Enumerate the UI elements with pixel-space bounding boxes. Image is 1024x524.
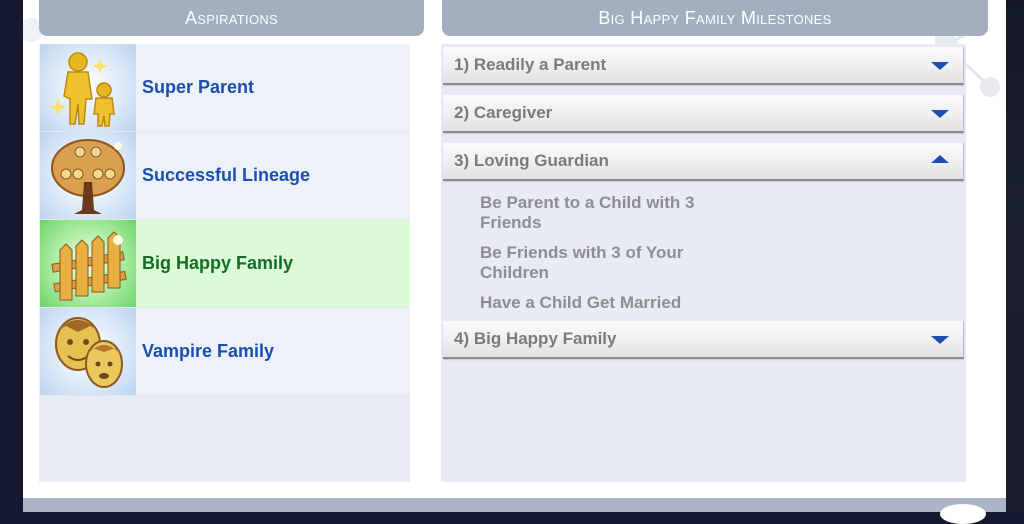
aspiration-label: Successful Lineage [142,165,311,185]
chevron-down-icon[interactable] [931,336,949,344]
dialog-footer [23,498,1006,512]
chevron-down-icon[interactable] [931,110,949,118]
chevron-down-icon[interactable] [931,62,949,70]
milestone-goal: Be Friends with 3 of Your Children [480,243,684,282]
aspiration-label: Vampire Family [142,341,275,361]
aspiration-item-successful-lineage[interactable]: Successful Lineage [39,132,410,220]
chevron-up-icon[interactable] [931,155,949,163]
milestone-row-3[interactable]: 3) Loving Guardian [443,143,964,181]
family-tree-icon [40,132,136,219]
milestone-row-4[interactable]: 4) Big Happy Family [443,321,964,359]
vampire-faces-icon [40,308,136,395]
milestone-row-1[interactable]: 1) Readily a Parent [443,47,964,85]
aspiration-item-vampire-family[interactable]: Vampire Family [39,308,410,396]
milestones-header: Big Happy Family Milestones [442,0,988,36]
milestone-label: 1) Readily a Parent [454,55,607,74]
milestones-list: 1) Readily a Parent 2) Caregiver 3) Lovi… [441,44,966,482]
milestone-goal: Be Parent to a Child with 3 Friends [480,193,695,232]
milestone-goal: Have a Child Get Married [480,293,682,312]
aspiration-label: Big Happy Family [142,253,294,273]
super-parent-icon [40,44,136,131]
aspiration-label: Super Parent [142,77,255,97]
confirm-button[interactable] [940,504,986,524]
aspirations-header: Aspirations [39,0,424,36]
milestone-label: 3) Loving Guardian [454,151,609,170]
milestone-label: 2) Caregiver [454,103,553,122]
milestone-row-2[interactable]: 2) Caregiver [443,95,964,133]
aspiration-item-big-happy-family[interactable]: Big Happy Family [39,220,410,308]
milestone-label: 4) Big Happy Family [454,329,617,348]
aspiration-list: Super Parent Successful Lineage Big Happ… [39,44,410,482]
picket-fence-icon [40,220,136,307]
aspiration-item-super-parent[interactable]: Super Parent [39,44,410,132]
background-right [1006,0,1024,512]
